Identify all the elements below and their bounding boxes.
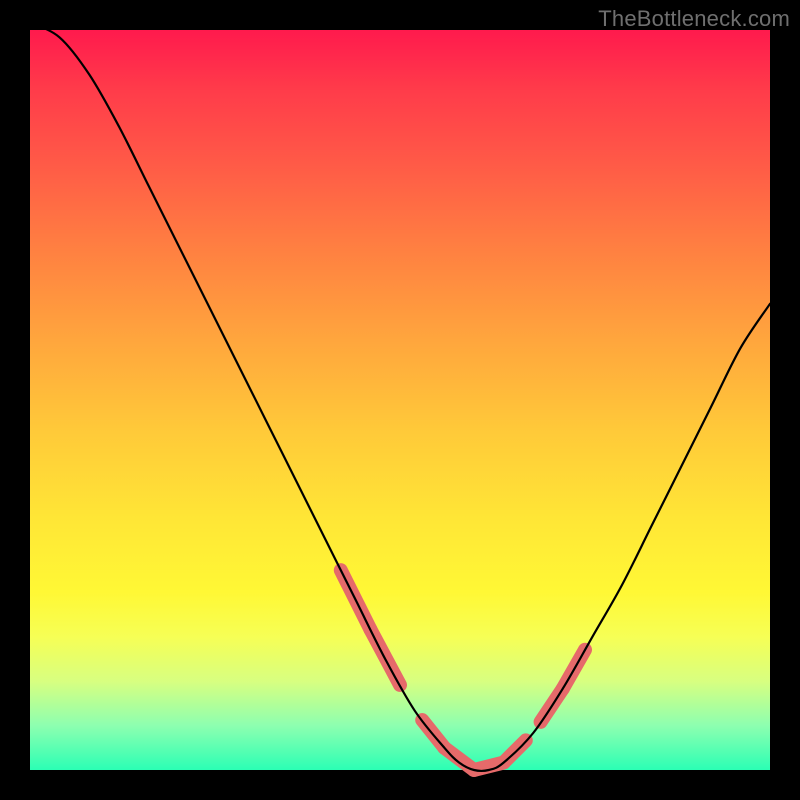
watermark-text: TheBottleneck.com [598,6,790,32]
chart-svg [30,30,770,770]
chart-frame: TheBottleneck.com [0,0,800,800]
bottleneck-curve [30,23,770,771]
highlight-layer [341,570,585,770]
